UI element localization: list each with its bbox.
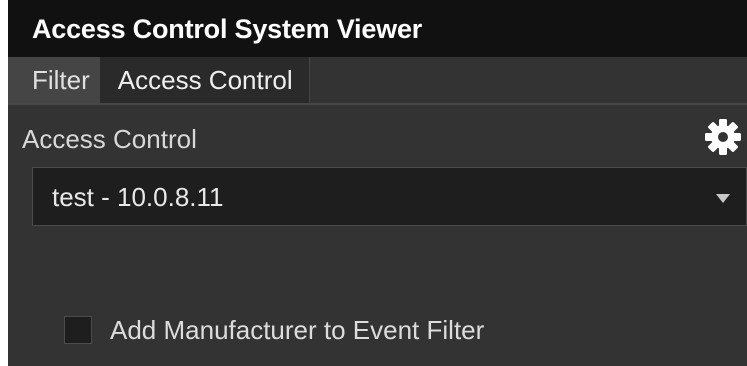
title-bar: Access Control System Viewer [8, 0, 747, 57]
dropdown-arrow-icon [716, 194, 730, 203]
tab-bar: Filter Access Control [8, 57, 310, 103]
add-manufacturer-checkbox[interactable] [64, 316, 92, 344]
tab-divider [8, 103, 747, 105]
add-manufacturer-checkbox-row[interactable]: Add Manufacturer to Event Filter [64, 313, 484, 347]
window-title: Access Control System Viewer [32, 14, 423, 44]
tab-filter[interactable]: Filter [8, 57, 100, 103]
checkbox-label: Add Manufacturer to Event Filter [110, 314, 485, 345]
access-control-select[interactable]: test - 10.0.8.11 [32, 167, 747, 226]
access-control-label: Access Control [22, 124, 197, 154]
select-value: test - 10.0.8.11 [52, 182, 224, 212]
access-control-viewer-window: Access Control System Viewer Filter Acce… [8, 0, 747, 366]
tab-access-control[interactable]: Access Control [99, 57, 310, 103]
gear-icon[interactable] [701, 115, 745, 159]
